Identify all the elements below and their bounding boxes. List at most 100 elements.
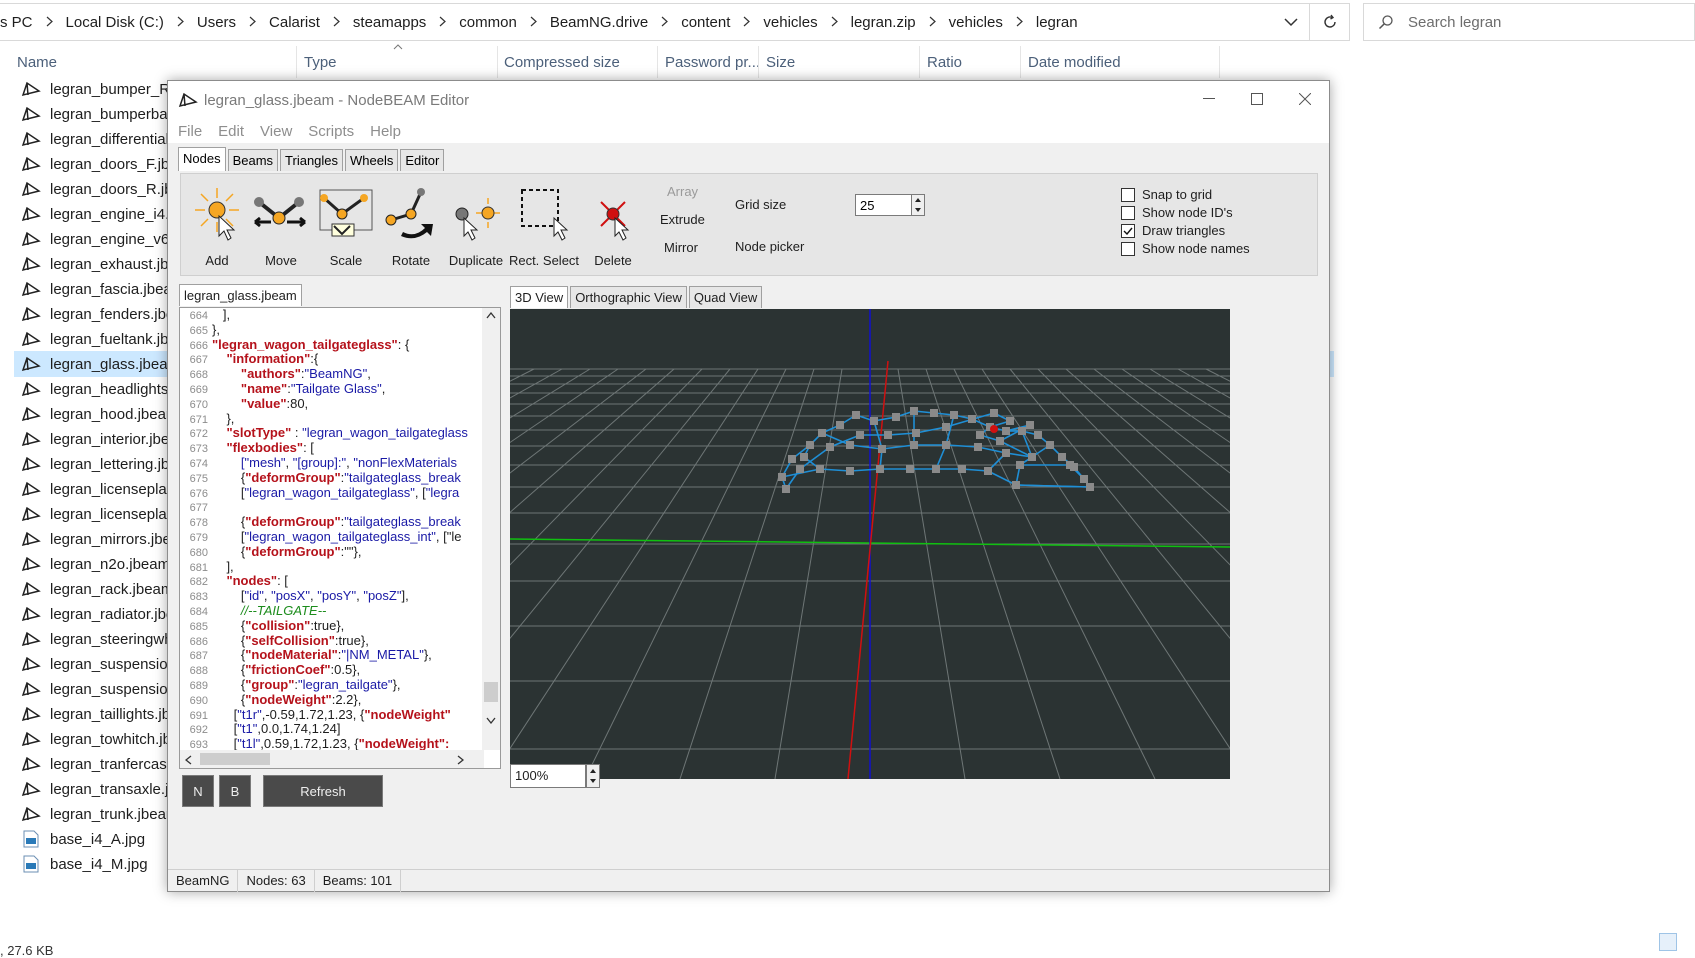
view-tab-quad-view[interactable]: Quad View (688, 286, 763, 308)
duplicate-tool[interactable]: Duplicate (440, 180, 512, 272)
menu-help[interactable]: Help (370, 123, 401, 140)
checkbox-box[interactable] (1121, 241, 1135, 256)
node-point (870, 417, 878, 425)
line-number: 676 (189, 487, 208, 500)
breadcrumb-item[interactable]: legran.zip (851, 14, 949, 31)
tab-wheels[interactable]: Wheels (345, 149, 399, 171)
array-button[interactable]: Array (667, 184, 698, 199)
b-button[interactable]: B (219, 775, 251, 807)
code-vertical-scrollbar[interactable] (482, 308, 500, 750)
horizontal-scroll-thumb[interactable] (200, 753, 270, 765)
line-number: 691 (189, 709, 208, 722)
refresh-button[interactable]: Refresh (263, 775, 383, 807)
grid-size-spinner[interactable] (911, 194, 925, 216)
column-divider[interactable] (1219, 46, 1220, 78)
vertical-scroll-thumb[interactable] (484, 682, 498, 702)
column-divider[interactable] (657, 46, 658, 78)
maximize-button[interactable] (1233, 81, 1281, 117)
code-line: 673 "flexbodies": [ (180, 440, 484, 456)
view-tab-orthographic-view[interactable]: Orthographic View (570, 286, 687, 308)
code-horizontal-scrollbar[interactable] (180, 750, 484, 768)
chevron-down-icon (1284, 18, 1298, 27)
minimize-button[interactable] (1185, 81, 1233, 117)
node-point (846, 467, 854, 475)
breadcrumb-item[interactable]: BeamNG.drive (550, 14, 681, 31)
tab-editor[interactable]: Editor (400, 149, 445, 171)
menu-edit[interactable]: Edit (218, 123, 244, 140)
node-point (1006, 417, 1014, 425)
address-bar[interactable]: s PC Local Disk (C:) Users Calarist steamapp… (0, 3, 1350, 41)
column-header[interactable]: Type (304, 54, 337, 71)
search-input[interactable]: Search legran (1363, 3, 1695, 41)
menu-file[interactable]: File (178, 123, 202, 140)
file-name: legran_fenders.jbea (50, 305, 183, 323)
extrude-button[interactable]: Extrude (660, 212, 705, 227)
breadcrumb-item[interactable]: Users (197, 14, 269, 31)
line-number: 680 (189, 546, 208, 559)
column-divider[interactable] (497, 46, 498, 78)
jbeam-file-icon (20, 503, 42, 525)
checkbox-show-node-names[interactable]: Show node names (1121, 241, 1250, 256)
code-token: :true}, (310, 617, 345, 633)
zoom-spinner[interactable] (586, 764, 600, 788)
code-token: "posZ" (363, 588, 402, 604)
node-point (796, 465, 804, 473)
n-button[interactable]: N (182, 775, 214, 807)
jbeam-file-icon (20, 778, 42, 800)
add-tool[interactable]: Add (181, 180, 253, 272)
node-point (984, 467, 992, 475)
menu-scripts[interactable]: Scripts (308, 123, 354, 140)
checkbox-box[interactable] (1121, 223, 1135, 238)
column-header[interactable]: Name (17, 54, 57, 71)
move-tool[interactable]: Move (245, 180, 317, 272)
column-divider[interactable] (296, 46, 297, 78)
column-header[interactable]: Ratio (927, 54, 962, 71)
file-name: legran_lettering.jb (50, 455, 170, 473)
code-token: ,0.0,1.74,1.24] (257, 721, 341, 737)
breadcrumb-item[interactable]: steamapps (353, 14, 459, 31)
line-number: 681 (189, 561, 208, 574)
details-view-button[interactable] (1659, 933, 1677, 951)
scale-tool[interactable]: Scale (310, 180, 382, 272)
column-header[interactable]: Compressed size (504, 54, 620, 71)
column-header[interactable]: Date modified (1028, 54, 1121, 71)
breadcrumb-item[interactable]: content (681, 14, 763, 31)
tab-nodes[interactable]: Nodes (178, 147, 226, 171)
delete-tool[interactable]: Delete (577, 180, 649, 272)
breadcrumb-item[interactable]: vehicles (763, 14, 850, 31)
tab-triangles[interactable]: Triangles (280, 149, 344, 171)
close-button[interactable] (1281, 81, 1329, 117)
breadcrumb-item[interactable]: Local Disk (C:) (66, 14, 197, 31)
checkbox-draw-triangles[interactable]: Draw triangles (1121, 223, 1225, 238)
view-tab-3d-view[interactable]: 3D View (510, 286, 569, 308)
refresh-address-button[interactable] (1309, 4, 1349, 40)
checkbox-box[interactable] (1121, 187, 1135, 202)
code-editor[interactable]: 664 ], 665}, 666 "legran_wagon_tailgateglas… (179, 307, 501, 769)
breadcrumb-item[interactable]: common (459, 14, 550, 31)
column-divider[interactable] (1020, 46, 1021, 78)
file-tab[interactable]: legran_glass.jbeam (179, 284, 302, 306)
mirror-button[interactable]: Mirror (664, 240, 698, 255)
column-divider[interactable] (758, 46, 759, 78)
checkbox-show-node-id-s[interactable]: Show node ID's (1121, 205, 1233, 220)
code-token: "slotType" (226, 425, 292, 441)
menu-view[interactable]: View (260, 123, 292, 140)
rect-select-tool[interactable]: Rect. Select (505, 180, 583, 272)
zoom-input[interactable]: 100% (510, 764, 586, 788)
checkbox-box[interactable] (1121, 205, 1135, 220)
rotate-tool[interactable]: Rotate (375, 180, 447, 272)
breadcrumb-item[interactable]: Calarist (269, 14, 353, 31)
breadcrumb-item[interactable]: s PC (0, 14, 66, 31)
tab-beams[interactable]: Beams (227, 149, 279, 171)
breadcrumb-item[interactable]: legran (1036, 14, 1078, 31)
breadcrumb-item[interactable]: vehicles (949, 14, 1036, 31)
code-token: :2.2}, (331, 691, 362, 707)
node-picker-button[interactable]: Node picker (735, 239, 804, 254)
grid-size-input[interactable] (855, 194, 913, 216)
column-divider[interactable] (919, 46, 920, 78)
3d-viewport[interactable] (510, 309, 1230, 779)
checkbox-snap-to-grid[interactable]: Snap to grid (1121, 187, 1212, 202)
column-header[interactable]: Size (766, 54, 795, 71)
column-header[interactable]: Password pr... (665, 54, 760, 71)
address-history-button[interactable] (1273, 4, 1309, 40)
